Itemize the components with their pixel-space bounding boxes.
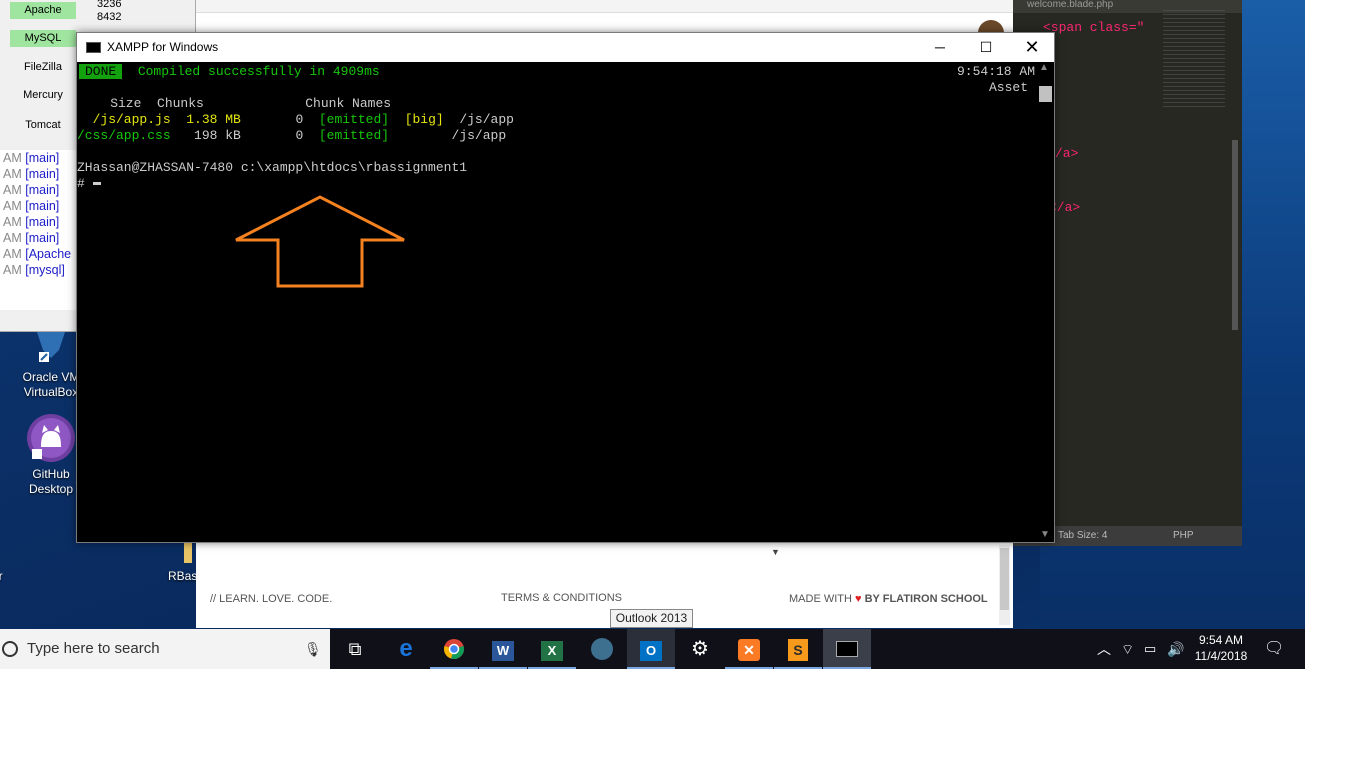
excel-icon[interactable]: X — [528, 629, 576, 669]
terminal-taskbar-icon[interactable] — [823, 629, 871, 669]
sublime-icon[interactable]: S — [774, 629, 822, 669]
orange-arrow-annotation — [235, 195, 405, 288]
search-input[interactable]: Type here to search — [27, 629, 160, 669]
minimize-button[interactable]: ─ — [917, 33, 963, 62]
log-line: AM [mysql] — [3, 263, 65, 277]
word-icon[interactable]: W — [479, 629, 527, 669]
chrome-icon[interactable] — [430, 629, 478, 669]
module-tomcat[interactable]: Tomcat — [10, 117, 76, 134]
cursor-line[interactable]: # — [77, 176, 101, 192]
table-header: Size Chunks Chunk Names — [79, 96, 392, 111]
task-view-icon[interactable]: ⧉ — [331, 629, 379, 669]
log-line: AM [Apache — [3, 247, 72, 261]
footer-credit: MADE WITH ♥ BY FLATIRON SCHOOL — [789, 593, 988, 605]
clock-date: 11/4/2018 — [1194, 649, 1248, 663]
code-line: /a> — [1055, 146, 1079, 161]
desktop: Apache 3236 8432 MySQL FileZilla Mercury… — [0, 0, 1305, 669]
page-scrollbar-thumb[interactable] — [1000, 548, 1009, 610]
xampp-icon[interactable]: ✕ — [725, 629, 773, 669]
minimap[interactable] — [1163, 10, 1225, 110]
settings-gear-icon[interactable]: ⚙ — [676, 629, 724, 669]
volume-icon[interactable]: 🔊 — [1167, 629, 1184, 669]
taskbar-tooltip: Outlook 2013 — [610, 609, 693, 628]
tab-size[interactable]: Tab Size: 4 — [1058, 526, 1107, 546]
terminal-title: XAMPP for Windows — [107, 40, 219, 54]
browser-toolbar — [196, 0, 1013, 13]
log-line: AM [main] — [3, 151, 60, 165]
terms-link[interactable]: TERMS & CONDITIONS — [501, 592, 622, 604]
log-line: AM [main] — [3, 167, 60, 181]
close-button[interactable]: ✕ — [1009, 33, 1055, 62]
code-line: <span class=" — [1043, 20, 1145, 35]
mysql-pid: 8432 — [97, 11, 122, 23]
heart-icon: ♥ — [855, 593, 862, 605]
module-filezilla[interactable]: FileZilla — [10, 59, 76, 76]
clock-time: 9:54 AM — [1198, 633, 1244, 647]
action-center-icon[interactable]: 🗨 — [1264, 629, 1284, 669]
table-row: /css/app.css 198 kB 0 [emitted] /js/app — [77, 128, 507, 143]
desktop-item-label-partial-2[interactable]: t — [0, 367, 4, 382]
log-line: AM [main] — [3, 183, 60, 197]
console-icon — [86, 42, 101, 53]
virtualbox-icon — [37, 332, 65, 362]
table-row: /js/app.js 1.38 MB 0 [emitted] [big] /js… — [77, 112, 514, 127]
outlook-icon[interactable]: O — [627, 629, 675, 669]
microphone-icon[interactable]: 🎙 — [304, 629, 322, 669]
terminal-output[interactable]: DONE Compiled successfully in 4909ms 9:5… — [77, 62, 1037, 542]
cortana-icon — [2, 641, 18, 657]
done-badge: DONE — [79, 64, 123, 79]
terminal-window: XAMPP for Windows ─ ☐ ✕ DONE Compiled su… — [76, 32, 1055, 543]
module-mysql[interactable]: MySQL — [10, 30, 76, 47]
syntax-mode[interactable]: PHP — [1173, 526, 1194, 546]
folder-icon — [184, 543, 192, 563]
log-panel: AM [main] AM [main] AM [main] AM [main] … — [0, 150, 77, 310]
maximize-button[interactable]: ☐ — [963, 33, 1009, 62]
edge-icon[interactable]: e — [382, 629, 430, 669]
text-cursor — [92, 182, 101, 186]
build-time: 9:54:18 AM — [957, 64, 1036, 79]
module-mercury[interactable]: Mercury — [10, 87, 76, 104]
chevron-down-icon[interactable]: ▼ — [771, 547, 780, 557]
log-line: AM [main] — [3, 231, 60, 245]
apache-pid: 3236 — [97, 0, 122, 10]
terminal-scrollbar-thumb[interactable] — [1039, 86, 1052, 102]
footer-tagline: // LEARN. LOVE. CODE. — [210, 593, 333, 605]
wifi-icon[interactable]: ⌔ — [1121, 629, 1134, 669]
module-apache[interactable]: Apache — [10, 2, 76, 19]
asset-header: Asset — [989, 80, 1029, 95]
log-line: AM [main] — [3, 215, 60, 229]
desktop-item-label-partial[interactable]: ler — [0, 569, 18, 584]
scroll-up-icon[interactable]: ▲ — [1039, 62, 1049, 73]
build-status-line: DONE Compiled successfully in 4909ms — [79, 64, 380, 80]
taskbar-search[interactable]: Type here to search 🎙 — [0, 629, 330, 669]
log-line: AM [main] — [3, 199, 60, 213]
clock[interactable]: 9:54 AM 11/4/2018 — [1193, 629, 1249, 669]
editor-scrollbar[interactable] — [1232, 140, 1238, 330]
show-hidden-icons-chevron-up-icon[interactable]: ︿ — [1097, 629, 1111, 669]
compiled-message: Compiled successfully in 4909ms — [137, 64, 380, 79]
vpn-globe-icon[interactable] — [578, 629, 626, 669]
scroll-down-icon[interactable]: ▼ — [1040, 529, 1050, 540]
terminal-titlebar[interactable]: XAMPP for Windows ─ ☐ ✕ — [77, 33, 1054, 62]
command-prompt: ZHassan@ZHASSAN-7480 c:\xampp\htdocs\rba… — [77, 160, 468, 175]
taskbar: Type here to search 🎙 ⧉ e W X O ⚙ ✕ S ︿ … — [0, 629, 1305, 669]
github-icon — [27, 414, 75, 462]
terminal-scrollbar[interactable]: ▲ ▼ — [1037, 62, 1054, 542]
battery-icon[interactable]: ▭ — [1144, 629, 1156, 669]
